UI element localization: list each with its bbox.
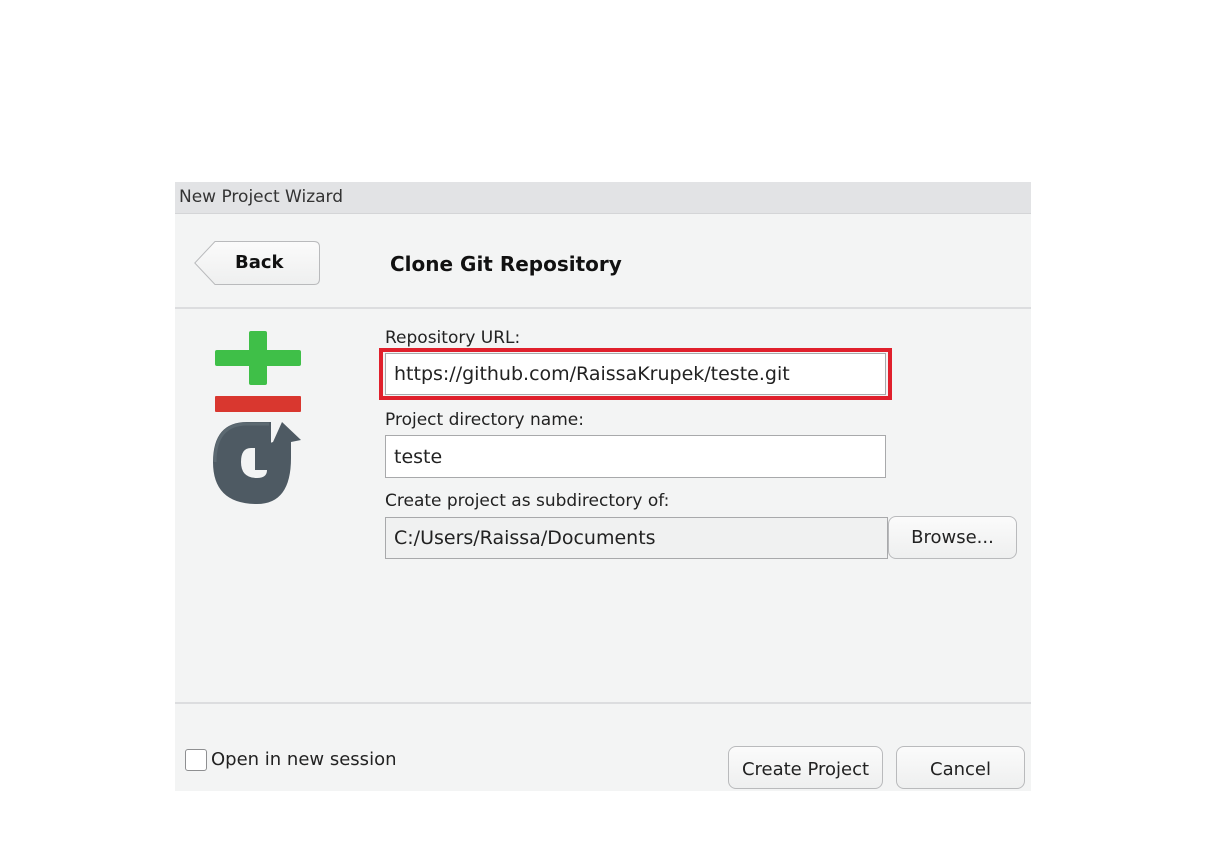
window-title: New Project Wizard [179, 187, 344, 207]
git-logo-icon [211, 330, 307, 510]
open-in-new-session-label[interactable]: Open in new session [211, 749, 396, 770]
back-button-label: Back [235, 252, 284, 273]
create-project-button[interactable]: Create Project [728, 746, 883, 789]
repository-url-label: Repository URL: [385, 328, 521, 348]
new-project-wizard-dialog: New Project Wizard Back Clone Git Reposi… [175, 182, 1031, 791]
browse-button[interactable]: Browse... [888, 516, 1017, 559]
wizard-header: Back Clone Git Repository [175, 214, 1031, 308]
project-directory-name-label: Project directory name: [385, 410, 584, 430]
footer-divider [175, 702, 1031, 704]
back-button[interactable]: Back [194, 241, 320, 285]
subdirectory-path-field[interactable] [385, 517, 888, 559]
window-titlebar: New Project Wizard [175, 182, 1031, 214]
cancel-button[interactable]: Cancel [896, 746, 1025, 789]
subdirectory-label: Create project as subdirectory of: [385, 491, 670, 511]
page-title: Clone Git Repository [390, 252, 622, 276]
header-divider [175, 307, 1031, 309]
open-in-new-session-checkbox[interactable] [185, 749, 207, 771]
repository-url-highlight [379, 348, 892, 400]
project-directory-name-input[interactable] [385, 435, 886, 478]
